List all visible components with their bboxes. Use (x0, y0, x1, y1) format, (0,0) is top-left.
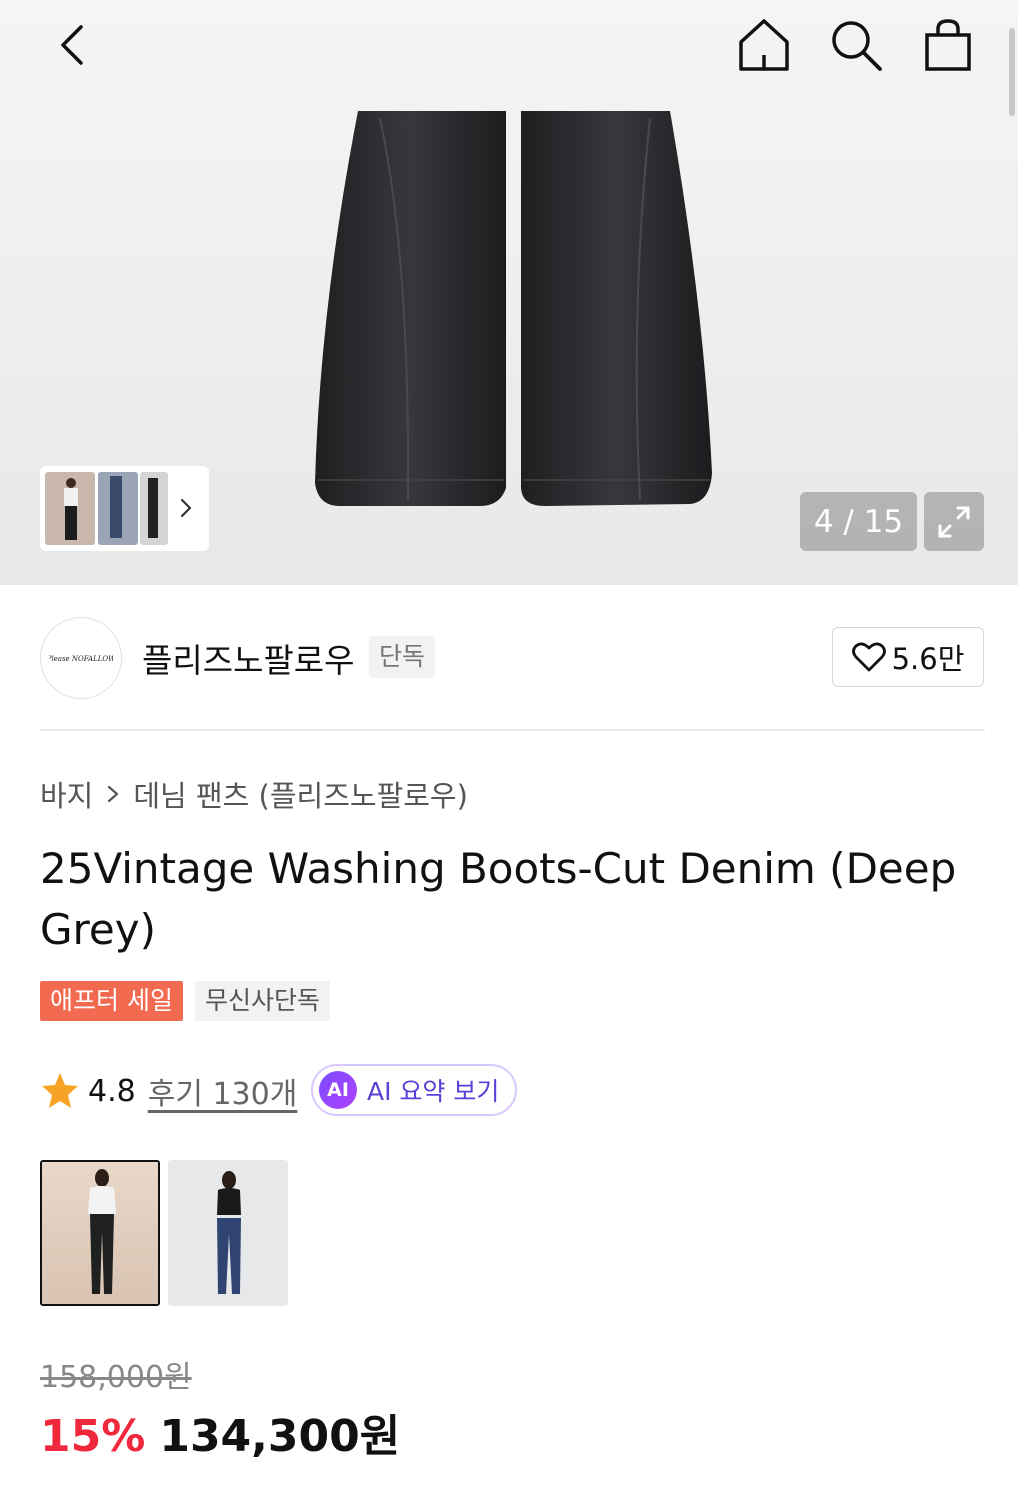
brand-name[interactable]: 플리즈노팔로우 (142, 634, 355, 682)
discount-rate: 15% (40, 1411, 146, 1462)
brand-logo-wordmark: Please NOFALLOW (49, 655, 113, 663)
brand-logo[interactable]: Please NOFALLOW (40, 617, 122, 699)
ai-summary-button[interactable]: AI AI 요약 보기 (311, 1064, 517, 1116)
rating-value: 4.8 (88, 1073, 136, 1109)
exclusive-tag: 단독 (369, 636, 436, 678)
like-button[interactable]: 5.6만 (832, 627, 984, 687)
breadcrumb-item-pants[interactable]: 바지 (40, 773, 93, 815)
chevron-right-icon (108, 785, 119, 803)
price-row: 15% 134,300원 (40, 1400, 400, 1464)
breadcrumb-item-denim[interactable]: 데님 팬츠 (플리즈노팔로우) (133, 773, 468, 815)
heart-icon (851, 642, 886, 672)
variant-thumbnail-selected[interactable] (40, 1160, 160, 1306)
product-photo-jeans (315, 111, 712, 506)
breadcrumb: 바지 데님 팬츠 (플리즈노팔로우) (40, 773, 468, 815)
shopping-bag-icon[interactable] (918, 15, 978, 75)
image-counter: 4 / 15 (800, 492, 917, 551)
exclusive-badge: 무신사단독 (195, 981, 331, 1021)
scrollbar[interactable] (1009, 28, 1015, 116)
review-count-link[interactable]: 후기 130개 (148, 1069, 298, 1113)
ai-icon: AI (319, 1071, 357, 1109)
search-icon[interactable] (826, 15, 886, 75)
svg-text:Please NOFALLOW: Please NOFALLOW (49, 655, 113, 663)
top-nav-bar (0, 0, 1018, 100)
star-icon (42, 1073, 78, 1108)
variant-thumbnail[interactable] (168, 1160, 288, 1306)
expand-icon[interactable] (924, 492, 984, 551)
sale-badge: 애프터 세일 (40, 981, 183, 1021)
original-price: 158,000원 (40, 1360, 192, 1395)
rating-row: 4.8 후기 130개 (40, 1065, 297, 1117)
back-icon[interactable] (42, 15, 102, 75)
like-count: 5.6만 (891, 642, 965, 676)
thumbnail-strip[interactable] (40, 466, 209, 551)
final-price: 134,300원 (159, 1411, 401, 1462)
home-icon[interactable] (734, 15, 794, 75)
divider (40, 729, 985, 731)
ai-summary-label: AI 요약 보기 (367, 1077, 500, 1106)
product-title: 25Vintage Washing Boots-Cut Denim (Deep … (40, 844, 957, 954)
product-image-gallery[interactable]: 4 / 15 (0, 0, 1018, 585)
